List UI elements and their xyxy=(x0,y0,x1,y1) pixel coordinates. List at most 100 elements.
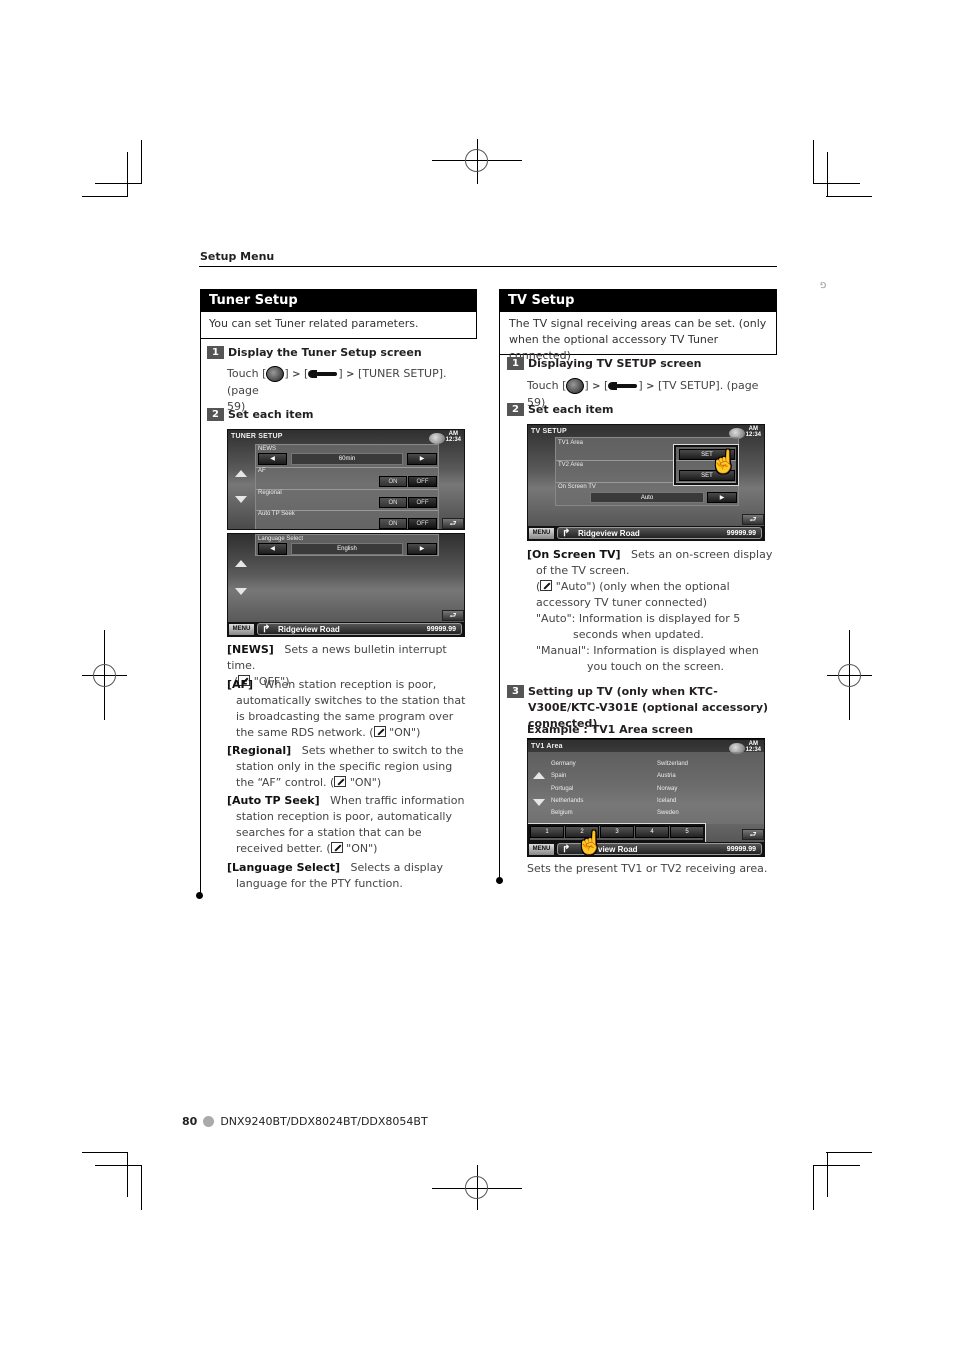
tuner-step-1: 1 Display the Tuner Setup screen xyxy=(207,346,422,359)
step-number: 2 xyxy=(507,403,524,416)
scroll-up-icon[interactable] xyxy=(235,470,247,477)
road-name: Ridgeview Road xyxy=(578,529,640,538)
turn-right-icon: ↱ xyxy=(262,624,271,635)
area-option[interactable]: Germany xyxy=(551,761,576,767)
scroll-down-icon[interactable] xyxy=(533,799,545,806)
tv1-area-screen: TV1 Area AM 12:34 Germany Spain Portugal Net… xyxy=(527,739,765,857)
af-off-button[interactable]: OFF xyxy=(408,476,437,487)
margin-mark: ⅁ xyxy=(820,281,827,290)
step-number: 2 xyxy=(207,408,224,421)
road-name: view Road xyxy=(598,845,638,854)
af-description: [AF] When station reception is poor, aut… xyxy=(227,678,466,739)
regional-label: Regional xyxy=(258,490,282,496)
navigation-bar[interactable]: ↱ Ridgeview Road 99999.99 xyxy=(557,527,762,539)
status-bar: MENU ↱ Ridgeview Road 99999.99 xyxy=(228,622,464,636)
area-option[interactable]: Belgium xyxy=(551,810,573,816)
regional-description: [Regional] Sets whether to switch to the… xyxy=(227,744,464,789)
on-screen-tv-label: On Screen TV xyxy=(558,484,596,490)
language-select-description: [Language Select] Selects a display lang… xyxy=(227,861,443,890)
scroll-down-icon[interactable] xyxy=(235,588,247,595)
screen-title: TV SETUP xyxy=(531,428,567,435)
back-button[interactable]: ⮐ xyxy=(442,610,464,621)
pointing-hand-icon: ☝ xyxy=(710,449,738,474)
area-option[interactable]: Sweden xyxy=(657,810,679,816)
back-button[interactable]: ⮐ xyxy=(742,514,764,525)
tuner-column-border xyxy=(200,312,201,895)
step-label: Set each item xyxy=(528,403,614,416)
page-number: 80 xyxy=(182,1115,198,1128)
turn-right-icon: ↱ xyxy=(562,844,571,855)
navigation-bar[interactable]: ↱ Ridgeview Road 99999.99 xyxy=(257,623,462,635)
step-label: Display the Tuner Setup screen xyxy=(228,346,422,359)
tuner-setup-screen: TUNER SETUP AM 12:34 NEWS ◀ 60min ▶ AF ON… xyxy=(227,429,465,530)
area-option[interactable]: Switzerland xyxy=(657,761,688,767)
language-prev-button[interactable]: ◀ xyxy=(258,543,287,555)
menu-button[interactable]: MENU xyxy=(229,624,254,635)
auto-tp-off-button[interactable]: OFF xyxy=(408,518,437,529)
area-option[interactable]: Norway xyxy=(657,786,677,792)
road-name: Ridgeview Road xyxy=(278,625,340,634)
settings-panel: NEWS ◀ 60min ▶ AF ON OFF Regional ON OFF… xyxy=(255,444,439,529)
news-label: NEWS xyxy=(258,446,276,452)
regional-on-button[interactable]: ON xyxy=(379,497,407,508)
tuner-intro-rule xyxy=(200,338,477,339)
menu-button[interactable]: MENU xyxy=(529,528,554,539)
tv-setup-title: TV Setup xyxy=(499,289,777,312)
tuner-setup-title: Tuner Setup xyxy=(200,289,477,312)
tv-setup-screen: TV SETUP AM 12:34 TV1 Area TV2 Area On Sc… xyxy=(527,424,765,541)
on-screen-tv-next-button[interactable]: ▶ xyxy=(707,492,737,503)
auto-tp-seek-description: [Auto TP Seek] When traffic information … xyxy=(227,794,465,855)
default-value-icon xyxy=(334,776,347,787)
setup-wrench-icon xyxy=(308,369,338,379)
tuner-language-screen: Language Select ◀ English ▶ ⮐ MENU ↱ Rid… xyxy=(227,533,465,637)
area-option[interactable]: Netherlands xyxy=(551,798,583,804)
language-select-label: Language Select xyxy=(258,536,304,542)
model-numbers: DNX9240BT/DDX8024BT/DDX8054BT xyxy=(220,1115,428,1128)
tuner-title-border xyxy=(476,312,477,339)
step-number: 3 xyxy=(507,685,524,698)
distance: 99999.99 xyxy=(726,530,756,537)
home-icon xyxy=(266,366,285,382)
tv1-area-label: TV1 Area xyxy=(558,440,584,446)
step-label: Set each item xyxy=(228,408,314,421)
scroll-up-icon[interactable] xyxy=(235,560,247,567)
chevron-right-icon: > xyxy=(292,369,301,380)
clock: AM 12:34 xyxy=(745,426,761,438)
news-value: 60min xyxy=(291,453,403,465)
globe-icon[interactable] xyxy=(429,433,445,444)
area-option[interactable]: Austria xyxy=(657,773,676,779)
preset-highlight xyxy=(528,823,706,843)
chevron-right-icon: > xyxy=(592,381,601,392)
af-on-button[interactable]: ON xyxy=(379,476,407,487)
tv2-area-label: TV2 Area xyxy=(558,462,584,468)
language-next-button[interactable]: ▶ xyxy=(407,543,437,555)
clock: AM 12:34 xyxy=(445,431,461,443)
area-option[interactable]: Spain xyxy=(551,773,566,779)
on-screen-tv-description: [On Screen TV] Sets an on-screen display… xyxy=(527,548,773,577)
auto-tp-seek-label: Auto TP Seek xyxy=(258,511,295,517)
auto-tp-on-button[interactable]: ON xyxy=(379,518,407,529)
screen-title: TV1 Area xyxy=(531,743,563,750)
step-number: 1 xyxy=(207,346,224,359)
af-label: AF xyxy=(258,468,266,474)
section-header: Setup Menu xyxy=(200,250,275,263)
manual-option-description: "Manual": Information is displayed when … xyxy=(536,644,759,673)
language-value: English xyxy=(291,543,403,555)
regional-off-button[interactable]: OFF xyxy=(408,497,437,508)
tuner-step-2: 2 Set each item xyxy=(207,408,314,421)
scroll-down-icon[interactable] xyxy=(235,496,247,503)
on-screen-tv-value: Auto xyxy=(590,492,704,503)
news-prev-button[interactable]: ◀ xyxy=(258,453,287,465)
tv-step-2: 2 Set each item xyxy=(507,403,614,416)
news-next-button[interactable]: ▶ xyxy=(407,453,437,465)
scroll-up-icon[interactable] xyxy=(533,772,545,779)
back-button[interactable]: ⮐ xyxy=(742,829,764,840)
menu-button[interactable]: MENU xyxy=(529,844,554,855)
screen-title: TUNER SETUP xyxy=(231,433,283,440)
status-bar: MENU ↱ view Road 99999.99 xyxy=(528,842,764,856)
back-button[interactable]: ⮐ xyxy=(442,518,464,529)
area-option[interactable]: Portugal xyxy=(551,786,573,792)
distance: 99999.99 xyxy=(426,626,456,633)
area-option[interactable]: Iceland xyxy=(657,798,676,804)
language-panel: Language Select ◀ English ▶ xyxy=(255,534,439,556)
